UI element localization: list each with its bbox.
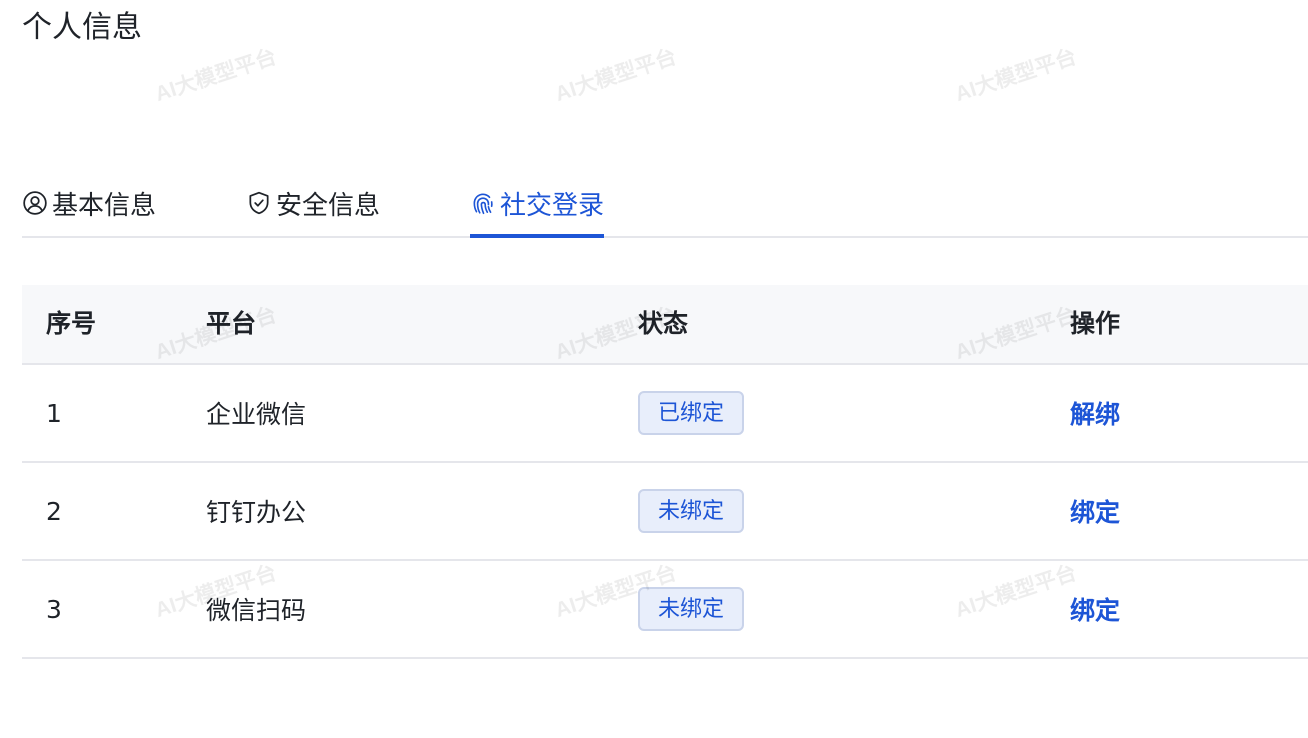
tab-security-info[interactable]: 安全信息 [246, 170, 380, 236]
action-cell: 绑定 [1070, 463, 1120, 559]
tab-label: 基本信息 [52, 190, 157, 221]
unbind-button[interactable]: 解绑 [1070, 395, 1120, 431]
table-row: 1 企业微信 已绑定 解绑 [22, 365, 1308, 463]
row-index: 2 [46, 496, 62, 526]
status-cell: 未绑定 [638, 463, 745, 559]
column-header-status: 状态 [638, 309, 689, 338]
tab-basic-info[interactable]: 基本信息 [22, 170, 156, 236]
tab-bar: 基本信息 安全信息 社交登录 [22, 170, 1308, 238]
tab-label: 安全信息 [276, 190, 381, 221]
watermark: AI大模型平台 [552, 45, 680, 107]
fingerprint-icon [470, 190, 496, 216]
watermark: AI大模型平台 [952, 45, 1080, 107]
status-cell: 已绑定 [638, 365, 745, 461]
tab-label: 社交登录 [500, 190, 605, 221]
table-row: 2 钉钉办公 未绑定 绑定 [22, 463, 1308, 561]
action-cell: 绑定 [1070, 561, 1120, 657]
column-header-action: 操作 [1070, 309, 1121, 338]
social-login-table: 序号 平台 状态 操作 1 企业微信 已绑定 解绑 2 钉钉办公 未绑定 绑定 … [22, 285, 1308, 659]
row-platform: 微信扫码 [206, 596, 307, 625]
action-cell: 解绑 [1070, 365, 1120, 461]
status-badge: 未绑定 [638, 489, 745, 533]
tab-social-login[interactable]: 社交登录 [470, 170, 605, 238]
row-platform: 企业微信 [206, 400, 307, 429]
table-row: 3 微信扫码 未绑定 绑定 [22, 561, 1308, 659]
user-circle-icon [22, 190, 48, 216]
watermark: AI大模型平台 [152, 45, 280, 107]
bind-button[interactable]: 绑定 [1070, 493, 1120, 529]
status-badge: 未绑定 [638, 587, 745, 631]
page-title: 个人信息 [22, 10, 142, 45]
row-platform: 钉钉办公 [206, 498, 307, 527]
row-index: 3 [46, 594, 62, 624]
column-header-index: 序号 [46, 309, 97, 338]
row-index: 1 [46, 398, 62, 428]
bind-button[interactable]: 绑定 [1070, 591, 1120, 627]
status-badge: 已绑定 [638, 391, 745, 435]
column-header-platform: 平台 [206, 309, 257, 338]
table-header: 序号 平台 状态 操作 [22, 285, 1308, 365]
status-cell: 未绑定 [638, 561, 745, 657]
shield-check-icon [246, 190, 272, 216]
